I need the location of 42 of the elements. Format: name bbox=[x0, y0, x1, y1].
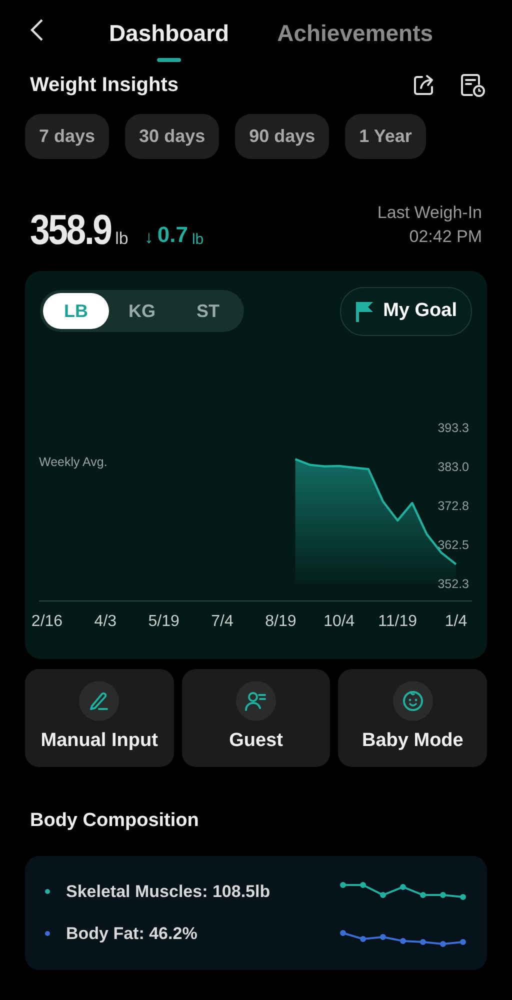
section-title: Weight Insights bbox=[30, 73, 180, 98]
my-goal-button[interactable]: My Goal bbox=[340, 287, 472, 336]
metric-label: Body Fat: 46.2% bbox=[66, 922, 198, 944]
down-arrow-icon: ↓ bbox=[144, 224, 154, 251]
x-tick-label: 10/4 bbox=[324, 612, 355, 630]
period-chip[interactable]: 30 days bbox=[125, 114, 220, 159]
change-unit: lb bbox=[192, 230, 204, 250]
baby-face-icon bbox=[400, 688, 425, 713]
back-icon[interactable] bbox=[30, 18, 44, 42]
y-tick-label: 383.0 bbox=[438, 460, 469, 474]
x-tick-label: 5/19 bbox=[148, 612, 180, 630]
x-tick-label: 11/19 bbox=[378, 612, 417, 630]
y-tick-label: 362.5 bbox=[438, 538, 469, 552]
unit-option[interactable]: ST bbox=[175, 293, 241, 330]
x-tick-label: 2/16 bbox=[31, 612, 63, 630]
last-weigh-in-label: Last Weigh-In bbox=[377, 202, 482, 224]
y-tick-label: 393.3 bbox=[438, 420, 469, 434]
x-tick-label: 4/3 bbox=[94, 612, 117, 630]
x-tick-label: 1/4 bbox=[444, 612, 468, 630]
weight-change: 0.7 bbox=[157, 221, 188, 249]
share-icon[interactable] bbox=[412, 73, 436, 97]
section-title: Body Composition bbox=[29, 809, 200, 833]
report-icon[interactable] bbox=[460, 72, 486, 98]
y-tick-label: 372.8 bbox=[438, 498, 469, 512]
action-button[interactable]: Baby Mode bbox=[338, 669, 488, 767]
last-weigh-in-time: 02:42 PM bbox=[409, 226, 482, 248]
period-chip[interactable]: 1 Year bbox=[345, 114, 426, 159]
tab[interactable]: Dashboard bbox=[108, 16, 230, 62]
weight-value: 358.9 bbox=[30, 209, 111, 251]
weight-unit: lb bbox=[115, 228, 128, 250]
metric-label: Skeletal Muscles: 108.5lb bbox=[66, 881, 270, 903]
chart-note: Weekly Avg. bbox=[39, 454, 108, 468]
period-chip[interactable]: 90 days bbox=[235, 114, 330, 159]
flag-icon bbox=[353, 299, 376, 324]
x-tick-label: 8/19 bbox=[265, 612, 296, 630]
y-tick-label: 352.3 bbox=[438, 576, 469, 590]
tab[interactable]: Achievements bbox=[277, 16, 434, 62]
action-button[interactable]: Manual Input bbox=[25, 669, 174, 767]
period-chip[interactable]: 7 days bbox=[25, 114, 110, 159]
action-button[interactable]: Guest bbox=[182, 669, 330, 767]
x-tick-label: 7/4 bbox=[211, 612, 234, 630]
unit-option[interactable]: KG bbox=[109, 293, 175, 330]
